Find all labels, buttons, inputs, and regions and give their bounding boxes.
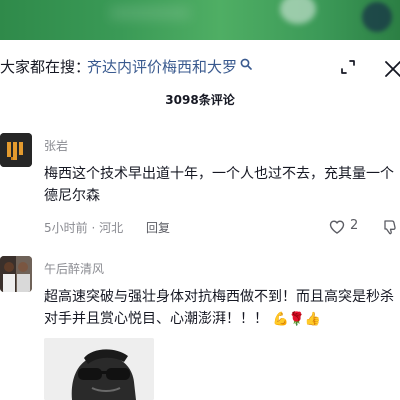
- comment-time: 5小时前: [44, 221, 88, 235]
- comment-username[interactable]: 张岩: [44, 137, 68, 154]
- expand-icon[interactable]: [337, 56, 359, 78]
- comment-location: 河北: [99, 221, 124, 235]
- muscle-emoji-icon: 💪: [272, 312, 289, 327]
- comment-image-thumbnail[interactable]: [44, 338, 154, 400]
- thumbs-up-emoji-icon: 👍: [304, 312, 322, 327]
- comment-text: 梅西这个技术早出道十年，一个人也过不去，充其量一个德尼尔森: [44, 166, 394, 204]
- like-count: 2: [350, 218, 359, 233]
- comment-username[interactable]: 午后醉清风: [44, 260, 104, 277]
- reply-button[interactable]: 回复: [146, 219, 170, 236]
- search-icon: [240, 58, 252, 70]
- comment-meta: 5小时前 · 河北: [44, 219, 123, 236]
- comment-text: 超高速突破与强壮身体对抗梅西做不到！而且高突是秒杀对手并且赏心悦目、心潮澎湃！！…: [44, 289, 394, 327]
- avatar[interactable]: [0, 133, 32, 167]
- heart-icon[interactable]: [329, 220, 345, 234]
- comment-text-block: 超高速突破与强壮身体对抗梅西做不到！而且高突是秒杀对手并且赏心悦目、心潮澎湃！！…: [44, 286, 398, 331]
- dislike-icon[interactable]: [382, 219, 398, 235]
- comment-count-title: 3098条评论: [165, 93, 235, 107]
- search-suggestion-link[interactable]: 齐达内评价梅西和大罗: [87, 56, 237, 77]
- meta-separator: ·: [91, 221, 100, 235]
- close-icon[interactable]: [381, 56, 400, 78]
- avatar[interactable]: [0, 256, 32, 292]
- rose-emoji-icon: 🌹: [288, 312, 305, 327]
- search-prefix-label: 大家都在搜：: [0, 58, 91, 76]
- video-player-strip[interactable]: [0, 0, 400, 40]
